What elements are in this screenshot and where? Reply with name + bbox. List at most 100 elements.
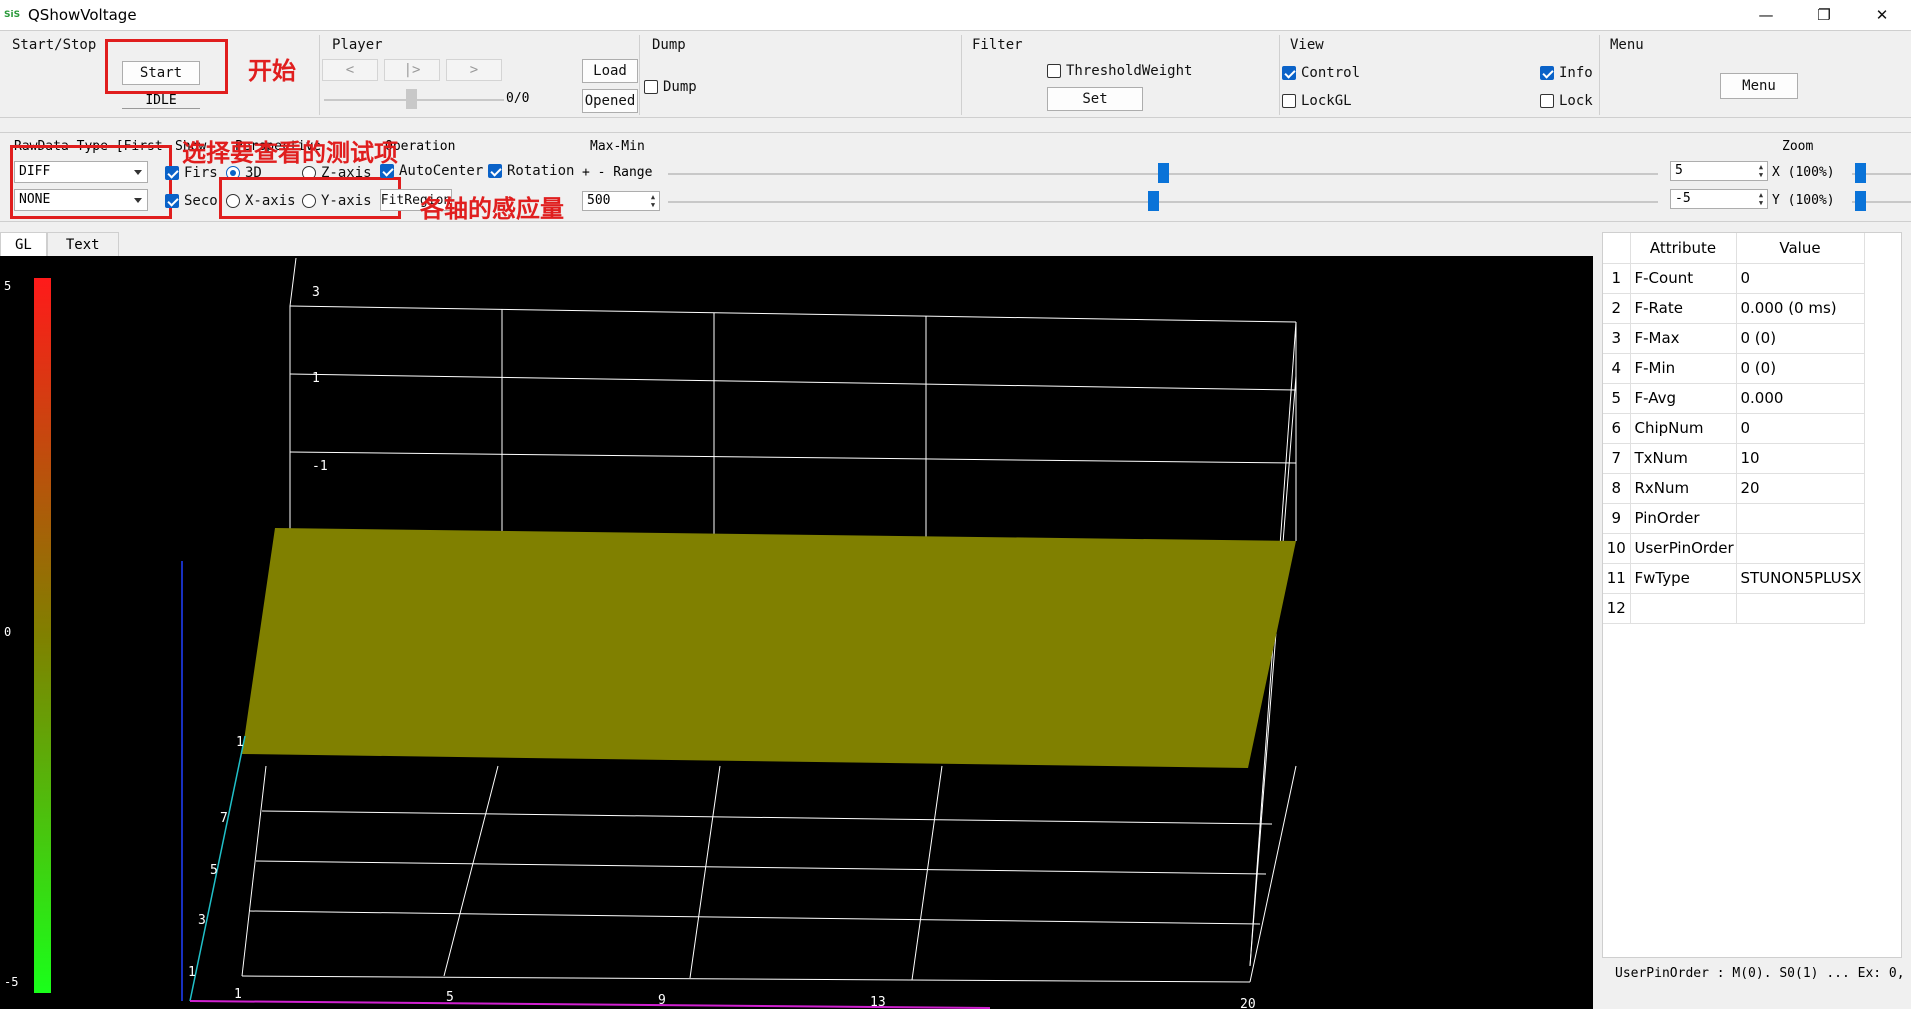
opened-button[interactable]: Opened xyxy=(582,89,638,113)
threshold-check-box[interactable] xyxy=(1047,64,1061,78)
player-group: Player < |> > 0/0 Load Opened xyxy=(320,35,640,115)
table-row[interactable]: 3 F-Max 0 (0) xyxy=(1603,323,1865,354)
table-row[interactable]: 9 PinOrder xyxy=(1603,503,1865,534)
attribute-cell[interactable]: PinOrder xyxy=(1630,503,1737,534)
tab-text[interactable]: Text xyxy=(46,232,119,256)
value-cell[interactable] xyxy=(1736,503,1865,534)
lockgl-label: LockGL xyxy=(1301,93,1352,109)
min-spinbox[interactable]: -5 ▲ ▼ xyxy=(1670,189,1768,209)
value-cell[interactable]: 0 xyxy=(1736,263,1865,294)
gl-canvas: 5 0 -5 3 1 -1 1 7 5 3 1 1 5 9 13 20 xyxy=(4,257,1297,1009)
dump-check-box[interactable] xyxy=(644,80,658,94)
lockgl-checkbox[interactable]: LockGL xyxy=(1282,93,1352,109)
max-slider-thumb[interactable] xyxy=(1158,163,1169,183)
attribute-cell[interactable]: RxNum xyxy=(1630,473,1737,504)
value-cell[interactable]: 10 xyxy=(1736,443,1865,474)
spin-down-icon[interactable]: ▼ xyxy=(649,201,657,209)
value-cell[interactable]: 0.000 xyxy=(1736,383,1865,414)
attribute-cell[interactable]: F-Max xyxy=(1630,323,1737,354)
value-cell[interactable]: 0.000 (0 ms) xyxy=(1736,293,1865,324)
table-row[interactable]: 7 TxNum 10 xyxy=(1603,443,1865,474)
value-cell[interactable]: STUNON5PLUSX xyxy=(1736,563,1865,594)
next-button[interactable]: > xyxy=(446,59,502,81)
rotation-check-box[interactable] xyxy=(488,164,502,178)
spin-up-icon[interactable]: ▲ xyxy=(1757,163,1765,171)
control-check-box[interactable] xyxy=(1282,66,1296,80)
toolbar-row-2: RawData Type [First DIFF NONE Show Firs … xyxy=(0,132,1911,223)
info-label: Info xyxy=(1559,65,1593,81)
info-check-box[interactable] xyxy=(1540,66,1554,80)
spin-down-icon[interactable]: ▼ xyxy=(1757,171,1765,179)
zoom-x-thumb[interactable] xyxy=(1855,163,1866,183)
attribute-cell[interactable] xyxy=(1630,593,1737,624)
minimize-button[interactable]: — xyxy=(1737,0,1795,30)
colorbar-label-min: -5 xyxy=(4,975,18,989)
table-row[interactable]: 10 UserPinOrder xyxy=(1603,533,1865,564)
player-slider-thumb[interactable] xyxy=(406,89,417,109)
z-tick-label: 1 xyxy=(312,371,320,386)
spin-up-icon[interactable]: ▲ xyxy=(1757,191,1765,199)
zoom-y-thumb[interactable] xyxy=(1855,191,1866,211)
info-checkbox[interactable]: Info xyxy=(1540,65,1593,81)
value-cell[interactable] xyxy=(1736,533,1865,564)
spin-down-icon[interactable]: ▼ xyxy=(1757,199,1765,207)
maximize-button[interactable]: ❐ xyxy=(1795,0,1853,30)
table-row[interactable]: 8 RxNum 20 xyxy=(1603,473,1865,504)
lock-checkbox[interactable]: Lock xyxy=(1540,93,1593,109)
show-second-checkbox[interactable]: Seco xyxy=(165,193,218,209)
table-row[interactable]: 1 F-Count 0 xyxy=(1603,263,1865,294)
row-index: 8 xyxy=(1603,473,1631,504)
filter-group: Filter ThresholdWeight Set xyxy=(962,35,1280,115)
attribute-cell[interactable]: UserPinOrder xyxy=(1630,533,1737,564)
value-cell[interactable]: 0 (0) xyxy=(1736,353,1865,384)
table-row[interactable]: 2 F-Rate 0.000 (0 ms) xyxy=(1603,293,1865,324)
y-tick-label: 7 xyxy=(220,811,228,826)
min-slider-thumb[interactable] xyxy=(1148,191,1159,211)
value-cell[interactable]: 0 xyxy=(1736,413,1865,444)
max-spinbox[interactable]: 5 ▲ ▼ xyxy=(1670,161,1768,181)
threshold-checkbox[interactable]: ThresholdWeight xyxy=(1047,63,1192,79)
table-row[interactable]: 12 xyxy=(1603,593,1865,624)
table-row[interactable]: 11 FwType STUNON5PLUSX xyxy=(1603,563,1865,594)
play-button[interactable]: |> xyxy=(384,59,440,81)
show-second-check-box[interactable] xyxy=(165,194,179,208)
table-row[interactable]: 4 F-Min 0 (0) xyxy=(1603,353,1865,384)
table-row[interactable]: 6 ChipNum 0 xyxy=(1603,413,1865,444)
attribute-cell[interactable]: ChipNum xyxy=(1630,413,1737,444)
attribute-cell[interactable]: TxNum xyxy=(1630,443,1737,474)
zoom-x-label: X (100%) xyxy=(1772,165,1835,180)
lock-label: Lock xyxy=(1559,93,1593,109)
title-bar: SiS QShowVoltage — ❐ ✕ xyxy=(0,0,1911,30)
lockgl-check-box[interactable] xyxy=(1282,94,1296,108)
control-checkbox[interactable]: Control xyxy=(1282,65,1360,81)
show-first-check-box[interactable] xyxy=(165,166,179,180)
rotation-checkbox[interactable]: Rotation xyxy=(488,163,574,179)
attribute-cell[interactable]: F-Min xyxy=(1630,353,1737,384)
value-cell[interactable] xyxy=(1736,593,1865,624)
value-cell[interactable]: 20 xyxy=(1736,473,1865,504)
spin-up-icon[interactable]: ▲ xyxy=(649,193,657,201)
prev-button[interactable]: < xyxy=(322,59,378,81)
attribute-cell[interactable]: FwType xyxy=(1630,563,1737,594)
range-spinbox[interactable]: 500 ▲ ▼ xyxy=(582,191,660,211)
threshold-label: ThresholdWeight xyxy=(1066,63,1193,79)
attribute-cell[interactable]: F-Avg xyxy=(1630,383,1737,414)
attribute-cell[interactable]: F-Rate xyxy=(1630,293,1737,324)
y-tick-label: 1 xyxy=(188,965,196,980)
lock-check-box[interactable] xyxy=(1540,94,1554,108)
close-button[interactable]: ✕ xyxy=(1853,0,1911,30)
table-row[interactable]: 5 F-Avg 0.000 xyxy=(1603,383,1865,414)
set-button[interactable]: Set xyxy=(1047,87,1143,111)
attribute-cell[interactable]: F-Count xyxy=(1630,263,1737,294)
column-header-attribute[interactable]: Attribute xyxy=(1630,233,1737,264)
gl-view[interactable]: 5 0 -5 3 1 -1 1 7 5 3 1 1 5 9 13 20 xyxy=(0,256,1593,1009)
dump-checkbox[interactable]: Dump xyxy=(644,79,697,95)
value-cell[interactable]: 0 (0) xyxy=(1736,323,1865,354)
column-header-value[interactable]: Value xyxy=(1736,233,1865,264)
tab-gl[interactable]: GL xyxy=(0,232,47,256)
row-index: 12 xyxy=(1603,593,1631,624)
rotation-label: Rotation xyxy=(507,163,575,179)
status-line: UserPinOrder : M(0). S0(1) ... Ex: 0, xyxy=(1615,966,1905,981)
menu-button[interactable]: Menu xyxy=(1720,73,1798,99)
load-button[interactable]: Load xyxy=(582,59,638,83)
